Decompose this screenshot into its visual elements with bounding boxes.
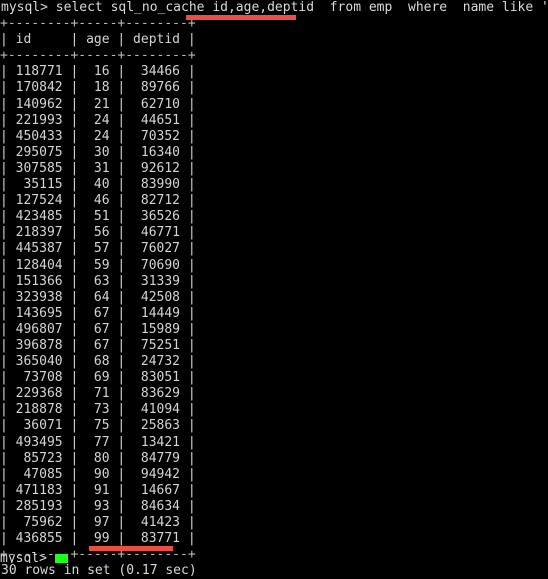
table-row: | 450433 | 24 | 70352 | (0, 128, 196, 144)
table-row: | 118771 | 16 | 34466 | (0, 64, 196, 80)
table-bottom-border: +--------+-----+--------+ (0, 547, 196, 563)
table-row: | 218397 | 56 | 46771 | (0, 225, 196, 241)
table-row: | 323938 | 64 | 42508 | (0, 289, 196, 305)
result-footer: 30 rows in set (0.17 sec) (1, 563, 197, 579)
table-row: | 75962 | 97 | 41423 | (0, 515, 196, 530)
duration-underline-annotation (89, 546, 173, 551)
table-row: | 85723 | 80 | 84779 | (0, 450, 196, 466)
table-row: | 127524 | 46 | 82712 | (0, 193, 196, 209)
cursor-block (55, 554, 68, 563)
table-row: | 35115 | 40 | 83990 | (0, 177, 196, 193)
columns-underline-annotation (186, 15, 296, 20)
table-row: | 128404 | 59 | 70690 | (0, 257, 196, 273)
table-row: | 307585 | 31 | 92612 | (0, 160, 196, 176)
table-row: | 170842 | 18 | 89766 | (0, 80, 196, 96)
command-line: mysql> select sql_no_cache id,age,deptid… (1, 0, 548, 15)
table-row: | 445387 | 57 | 76027 | (0, 241, 196, 257)
table-row: | 493495 | 77 | 13421 | (0, 434, 196, 450)
table-row: | 140962 | 21 | 62710 | (0, 96, 196, 112)
terminal-window[interactable]: mysql> select sql_no_cache id,age,deptid… (0, 0, 548, 578)
table-header-border: +--------+-----+--------+ (0, 48, 196, 64)
table-row: | 365040 | 68 | 24732 | (0, 354, 196, 370)
table-row: | 295075 | 30 | 16340 | (0, 144, 196, 160)
table-row: | 36071 | 75 | 25863 | (0, 418, 196, 434)
table-row: | 396878 | 67 | 75251 | (0, 337, 196, 353)
table-row: | 151366 | 63 | 31339 | (0, 273, 196, 289)
table-row: | 496807 | 67 | 15989 | (0, 321, 196, 337)
table-row: | 47085 | 90 | 94942 | (0, 466, 196, 482)
table-row: | 436855 | 99 | 83771 | (0, 531, 196, 547)
table-row: | 218878 | 73 | 41094 | (0, 402, 196, 418)
table-row: | 229368 | 71 | 83629 | (0, 386, 196, 402)
table-body: | 118771 | 16 | 34466 | | 170842 | 18 | 8… (0, 64, 548, 547)
bottom-prompt: mysql> (0, 551, 47, 563)
table-row: | 73708 | 69 | 83051 | (0, 370, 196, 386)
table-header-row: | id | age | deptid | (0, 32, 196, 48)
table-row: | 471183 | 91 | 14667 | (0, 482, 196, 498)
table-row: | 423485 | 51 | 36526 | (0, 209, 196, 225)
table-row: | 221993 | 24 | 44651 | (0, 112, 196, 128)
table-row: | 285193 | 93 | 84634 | (0, 498, 196, 514)
table-row: | 143695 | 67 | 14449 | (0, 305, 196, 321)
